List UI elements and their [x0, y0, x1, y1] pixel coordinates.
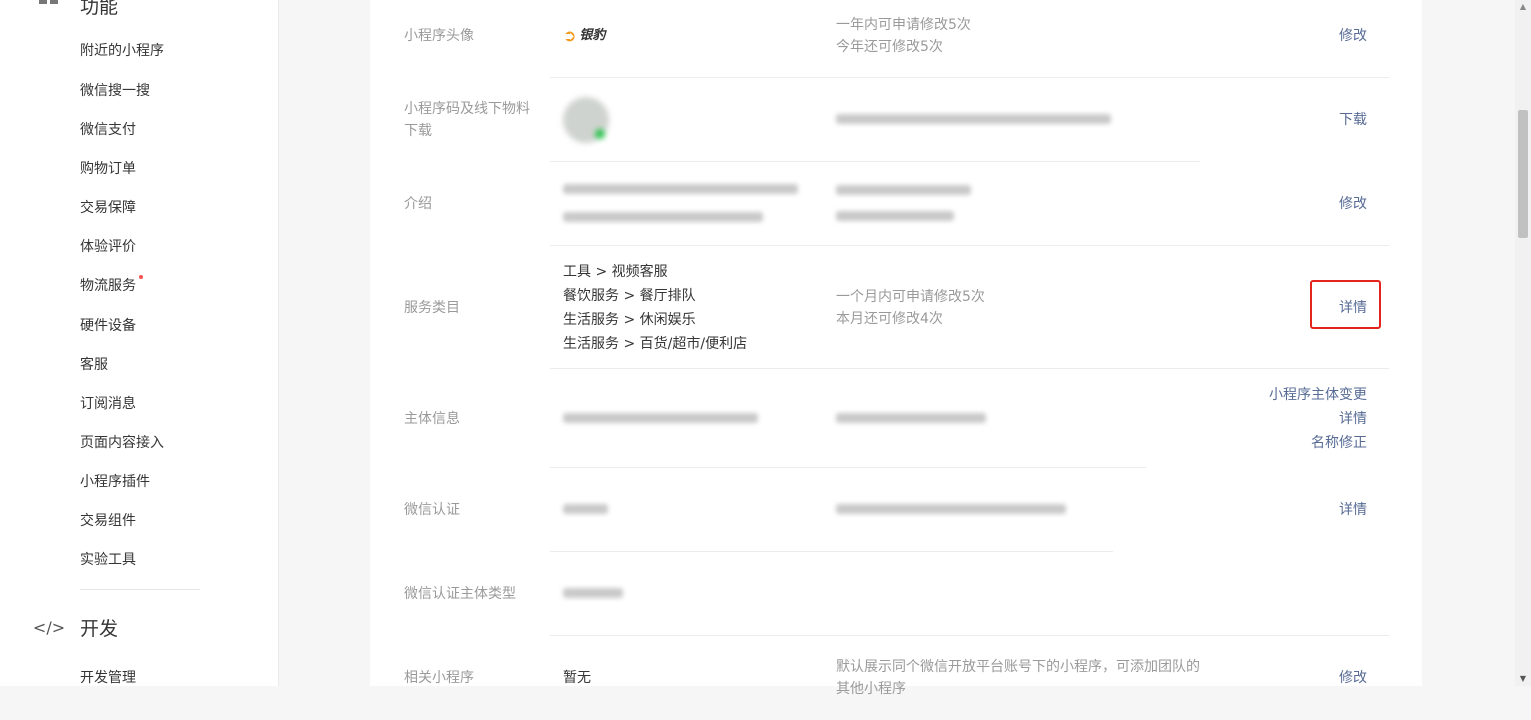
intro-value-redacted	[563, 178, 798, 230]
sidebar-section-label: 功能	[80, 0, 119, 18]
entity-value-redacted	[563, 407, 758, 431]
row-cert: 微信认证 详情	[370, 468, 1422, 552]
desc-line: 今年还可修改5次	[836, 39, 943, 55]
sidebar-item-guarantee[interactable]: 交易保障	[80, 198, 136, 218]
row-desc: 一个月内可申请修改5次 本月还可修改4次	[836, 286, 985, 330]
basic-settings-card: 小程序头像 ➲ 银豹 一年内可申请修改5次 今年还可修改5次 修改 小程序码及线下…	[370, 0, 1422, 697]
row-desc-redacted	[836, 109, 1111, 131]
row-qrcode: 小程序码及线下物料下载 下载	[370, 78, 1422, 162]
row-actions: 修改	[1339, 24, 1367, 48]
desc-line: 一个月内可申请修改5次	[836, 288, 985, 305]
row-related: 相关小程序 暂无 默认展示同个微信开放平台账号下的小程序，可添加团队的 其他小程…	[370, 636, 1422, 720]
sidebar: 功能 附近的小程序 微信搜一搜 微信支付 购物订单 交易保障 体验评价 物流服务…	[0, 0, 279, 686]
sidebar-item-subscribe[interactable]: 订阅消息	[80, 394, 136, 414]
row-label: 微信认证主体类型	[404, 586, 516, 602]
sidebar-item-content[interactable]: 页面内容接入	[80, 433, 164, 453]
sidebar-item-hardware[interactable]: 硬件设备	[80, 316, 136, 336]
cert-value-redacted	[563, 498, 608, 522]
row-label: 介绍	[404, 196, 432, 212]
sidebar-item-nearby[interactable]: 附近的小程序	[80, 41, 164, 61]
scroll-down-arrow-icon[interactable]: ▼	[1515, 673, 1531, 685]
scroll-thumb[interactable]	[1518, 110, 1528, 238]
cert-type-value-redacted	[563, 582, 623, 606]
sidebar-item-dev-manage[interactable]: 开发管理	[80, 668, 136, 688]
sidebar-section-dev[interactable]: </> 开发	[32, 614, 119, 641]
row-label: 微信认证	[404, 502, 460, 518]
sidebar-item-label: 物流服务	[80, 278, 136, 294]
row-label: 服务类目	[404, 299, 460, 316]
desc-line: 其他小程序	[836, 681, 906, 697]
entity-detail-link[interactable]: 详情	[1269, 407, 1367, 431]
sidebar-divider	[80, 589, 200, 590]
code-icon: </>	[32, 618, 66, 637]
row-intro: 介绍 修改	[370, 162, 1422, 246]
edit-avatar-link[interactable]: 修改	[1339, 24, 1367, 48]
desc-line: 一年内可申请修改5次	[836, 17, 971, 33]
related-value: 暂无	[563, 670, 591, 686]
row-actions: 修改	[1339, 192, 1367, 216]
row-label: 小程序码及线下物料下载	[404, 101, 530, 139]
sidebar-item-trade[interactable]: 交易组件	[80, 511, 136, 531]
category-detail-link[interactable]: 详情	[1339, 296, 1367, 320]
sidebar-item-lab[interactable]: 实验工具	[80, 550, 136, 570]
row-desc: 一年内可申请修改5次 今年还可修改5次	[836, 14, 971, 58]
scroll-up-arrow-icon[interactable]: ▲	[1515, 1, 1531, 13]
row-label: 小程序头像	[404, 28, 474, 44]
row-actions: 小程序主体变更 详情 名称修正	[1269, 383, 1367, 455]
row-desc: 默认展示同个微信开放平台账号下的小程序，可添加团队的 其他小程序	[836, 656, 1200, 700]
row-actions: 详情	[1339, 498, 1367, 522]
entity-change-link[interactable]: 小程序主体变更	[1269, 383, 1367, 407]
sidebar-item-review[interactable]: 体验评价	[80, 237, 136, 257]
logo-mark-icon: ➲	[563, 26, 577, 45]
sidebar-item-logistics[interactable]: 物流服务	[80, 275, 143, 296]
app-avatar: ➲ 银豹	[563, 24, 605, 48]
edit-intro-link[interactable]: 修改	[1339, 192, 1367, 216]
row-category: 服务类目 工具 > 视频客服 餐饮服务 > 餐厅排队 生活服务 > 休闲娱乐 生…	[370, 246, 1422, 369]
download-link[interactable]: 下载	[1339, 108, 1367, 132]
sidebar-item-pay[interactable]: 微信支付	[80, 120, 136, 140]
sidebar-item-orders[interactable]: 购物订单	[80, 159, 136, 179]
category-item: 餐饮服务 > 餐厅排队	[563, 287, 696, 304]
sidebar-item-service[interactable]: 客服	[80, 355, 108, 375]
category-item: 工具 > 视频客服	[563, 263, 668, 280]
sidebar-item-search[interactable]: 微信搜一搜	[80, 81, 150, 101]
qrcode-thumbnail	[563, 97, 609, 143]
row-cert-type: 微信认证主体类型	[370, 552, 1422, 636]
row-desc-redacted	[836, 180, 971, 228]
notification-dot	[139, 275, 143, 279]
row-actions: 详情	[1339, 296, 1367, 320]
desc-line: 默认展示同个微信开放平台账号下的小程序，可添加团队的	[836, 659, 1200, 675]
row-actions: 修改	[1339, 666, 1367, 690]
row-desc-redacted	[836, 499, 1066, 521]
category-item: 生活服务 > 百货/超市/便利店	[563, 335, 748, 352]
desc-line: 本月还可修改4次	[836, 310, 943, 327]
row-actions: 下载	[1339, 108, 1367, 132]
edit-related-link[interactable]: 修改	[1339, 666, 1367, 690]
name-correction-link[interactable]: 名称修正	[1269, 431, 1367, 455]
sidebar-item-plugin[interactable]: 小程序插件	[80, 472, 150, 492]
cert-detail-link[interactable]: 详情	[1339, 498, 1367, 522]
sidebar-section-feature: 功能	[38, 0, 118, 19]
row-avatar: 小程序头像 ➲ 银豹 一年内可申请修改5次 今年还可修改5次 修改	[370, 0, 1422, 78]
sidebar-section-label: 开发	[80, 618, 119, 640]
app-logo: ➲ 银豹	[563, 24, 605, 48]
category-item: 生活服务 > 休闲娱乐	[563, 311, 696, 328]
logo-text: 银豹	[579, 28, 606, 43]
vertical-scrollbar[interactable]: ▲ ▼	[1515, 0, 1531, 686]
row-entity: 主体信息 小程序主体变更 详情 名称修正	[370, 369, 1422, 468]
row-label: 主体信息	[404, 410, 460, 427]
grid-icon	[38, 0, 60, 16]
row-desc-redacted	[836, 408, 986, 430]
category-list: 工具 > 视频客服 餐饮服务 > 餐厅排队 生活服务 > 休闲娱乐 生活服务 >…	[563, 260, 747, 356]
